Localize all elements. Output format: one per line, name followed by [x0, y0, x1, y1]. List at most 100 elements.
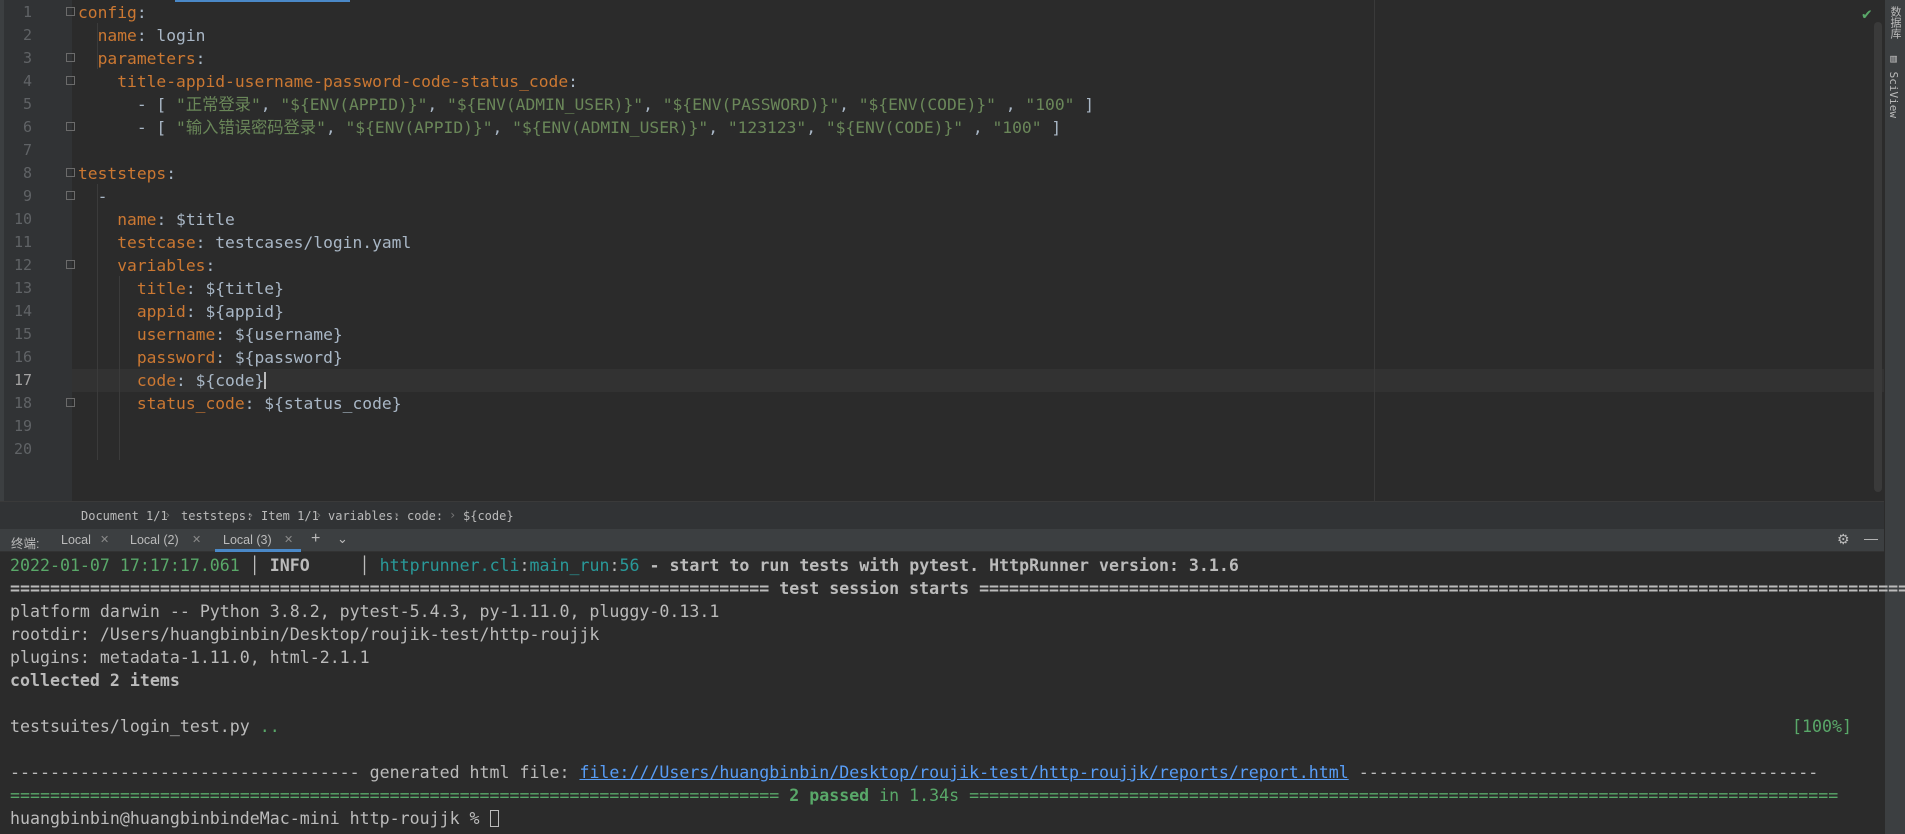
report-link[interactable]: file:///Users/huangbinbin/Desktop/roujik…	[579, 763, 1348, 782]
code-line[interactable]: 8 teststeps:	[0, 162, 1800, 185]
line-number: 11	[13, 233, 32, 251]
code-line[interactable]: 11 testcase: testcases/login.yaml	[0, 231, 1800, 254]
code-line[interactable]: 20	[0, 438, 1800, 461]
code-line[interactable]: 17 code: ${code}	[0, 369, 1800, 392]
breadcrumb-item-code[interactable]: code:	[407, 509, 443, 523]
breadcrumb-item-code-value[interactable]: ${code}	[463, 509, 514, 523]
line-number: 17	[13, 371, 32, 389]
shell-prompt[interactable]: huangbinbin@huangbinbindeMac-mini http-r…	[10, 807, 499, 830]
code-line[interactable]: 3 parameters:	[0, 47, 1800, 70]
code-line[interactable]: 14 appid: ${appid}	[0, 300, 1800, 323]
rule: ========================================…	[10, 786, 790, 805]
code-line[interactable]: 10 name: $title	[0, 208, 1800, 231]
code-text: password: ${password}	[136, 348, 343, 367]
add-tab-icon[interactable]: +	[311, 530, 320, 548]
close-icon[interactable]: ✕	[192, 533, 201, 546]
inspection-ok-icon[interactable]: ✔	[1862, 4, 1872, 23]
line-number: 6	[22, 118, 32, 136]
right-tool-strip: 数据库 ▥ SciView	[1884, 0, 1905, 834]
code-line[interactable]: 16 password: ${password}	[0, 346, 1800, 369]
platform-line: platform darwin -- Python 3.8.2, pytest-…	[10, 602, 720, 621]
code-text: teststeps:	[78, 164, 177, 183]
code-line[interactable]: 5 - [ "正常登录", "${ENV(APPID)}", "${ENV(AD…	[0, 93, 1800, 116]
code-text: name: $title	[117, 210, 235, 229]
code-text: variables:	[117, 256, 216, 275]
code-text: testcase: testcases/login.yaml	[117, 233, 412, 252]
line-number: 2	[22, 26, 32, 44]
fold-icon[interactable]	[66, 7, 75, 16]
close-icon[interactable]: ✕	[100, 533, 109, 546]
editor-scrollbar[interactable]	[1874, 22, 1882, 492]
line-number: 10	[13, 210, 32, 228]
code-line[interactable]: 18 status_code: ${status_code}	[0, 392, 1800, 415]
generated-report-line: ----------------------------------- gene…	[10, 761, 1818, 784]
prompt-text: huangbinbin@huangbinbindeMac-mini http-r…	[10, 809, 490, 828]
code-text: - [ "正常登录", "${ENV(APPID)}", "${ENV(ADMI…	[78, 95, 1095, 114]
code-text: username: ${username}	[136, 325, 343, 344]
tab-local-2[interactable]: Local (2)	[130, 533, 179, 547]
code-line[interactable]: 6 - [ "输入错误密码登录", "${ENV(APPID)}", "${EN…	[0, 116, 1800, 139]
breadcrumb: Document 1/1 › teststeps: › Item 1/1 › v…	[0, 501, 1884, 529]
code-line[interactable]: 19	[0, 415, 1800, 438]
code-text: parameters:	[97, 49, 206, 68]
code-line[interactable]: 7	[0, 139, 1800, 162]
log-level: INFO	[269, 556, 310, 575]
plugins-line: plugins: metadata-1.11.0, html-2.1.1	[10, 648, 370, 667]
close-icon[interactable]: ✕	[284, 533, 293, 546]
database-tool-label[interactable]: 数据库	[1887, 6, 1903, 39]
code-line[interactable]: 4 title-appid-username-password-code-sta…	[0, 70, 1800, 93]
chevron-right-icon: ›	[247, 508, 255, 522]
breadcrumb-item-variables[interactable]: variables:	[328, 509, 400, 523]
sciview-label: SciView	[1887, 71, 1900, 118]
log-message: - start to run tests with pytest. HttpRu…	[639, 556, 1239, 575]
line-number: 4	[22, 72, 32, 90]
fold-icon[interactable]	[66, 76, 75, 85]
fold-icon[interactable]	[66, 53, 75, 62]
breadcrumb-item-teststeps[interactable]: teststeps:	[181, 509, 253, 523]
code-text: config:	[78, 3, 147, 22]
test-file: testsuites/login_test.py	[10, 717, 260, 736]
breadcrumb-item-document[interactable]: Document 1/1	[81, 509, 168, 523]
line-number: 3	[22, 49, 32, 67]
session-title: test session starts	[769, 579, 980, 598]
fold-icon[interactable]	[66, 191, 75, 200]
code-line[interactable]: 15 username: ${username}	[0, 323, 1800, 346]
fold-icon[interactable]	[66, 122, 75, 131]
fold-icon[interactable]	[66, 168, 75, 177]
minimize-icon[interactable]: —	[1864, 530, 1878, 546]
code-line[interactable]: 2 name: login	[0, 24, 1800, 47]
code-text: appid: ${appid}	[136, 302, 284, 321]
fold-icon[interactable]	[66, 398, 75, 407]
tab-local-3[interactable]: Local (3)	[223, 533, 272, 547]
sciview-tool-label[interactable]: ▥ SciView	[1887, 52, 1900, 118]
tab-local[interactable]: Local	[61, 533, 91, 547]
code-editor[interactable]: 1 config: 2 name: login 3 parameters: 4 titl…	[0, 0, 1884, 501]
log-timestamp: 2022-01-07 17:17:17.061	[10, 556, 240, 575]
rule: ----------------------------------------…	[1348, 763, 1819, 782]
code-line[interactable]: 1 config:	[0, 1, 1800, 24]
chevron-right-icon: ›	[315, 508, 323, 522]
code-text: code: ${code}	[136, 371, 267, 390]
gear-icon[interactable]: ⚙	[1837, 531, 1850, 548]
chevron-down-icon[interactable]: ⌄	[337, 531, 348, 547]
fold-icon[interactable]	[66, 260, 75, 269]
code-line[interactable]: 13 title: ${title}	[0, 277, 1800, 300]
breadcrumb-item-item[interactable]: Item 1/1	[261, 509, 319, 523]
log-function: main_run	[529, 556, 610, 575]
text-cursor	[264, 372, 267, 389]
code-text: title: ${title}	[136, 279, 284, 298]
chevron-right-icon: ›	[449, 508, 457, 522]
terminal-output[interactable]: 2022-01-07 17:17:17.061 │ INFO │ httprun…	[0, 552, 1905, 834]
line-number: 9	[22, 187, 32, 205]
code-line[interactable]: 12 variables:	[0, 254, 1800, 277]
code-text: - [ "输入错误密码登录", "${ENV(APPID)}", "${ENV(…	[78, 118, 1062, 137]
chevron-right-icon: ›	[164, 508, 172, 522]
code-line[interactable]: 9 -	[0, 185, 1800, 208]
rule: ========================================…	[969, 786, 1839, 805]
line-number: 13	[13, 279, 32, 297]
test-progress-percent: [100%]	[1792, 717, 1852, 736]
summary-line: ========================================…	[10, 784, 1838, 807]
line-number: 8	[22, 164, 32, 182]
code-text: title-appid-username-password-code-statu…	[117, 72, 578, 91]
rule: ========================================…	[10, 579, 770, 598]
